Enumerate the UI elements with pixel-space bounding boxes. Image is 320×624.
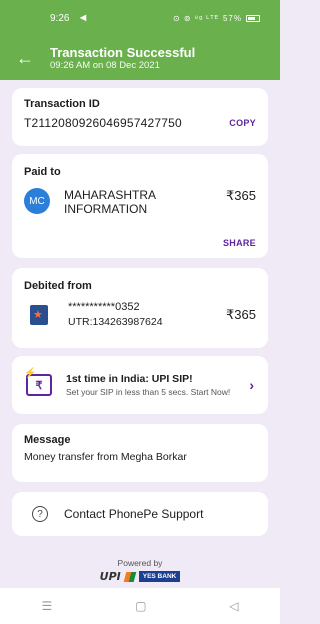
page-title: Transaction Successful bbox=[50, 44, 196, 60]
transaction-id-card: Transaction ID T2112080926046957427750 C… bbox=[12, 88, 268, 146]
message-card: Message Money transfer from Megha Borkar bbox=[12, 424, 268, 482]
payee-avatar: MC bbox=[24, 188, 50, 214]
recent-apps-icon[interactable]: ☰ bbox=[41, 599, 52, 613]
transaction-id-value: T2112080926046957427750 bbox=[24, 116, 182, 130]
home-icon[interactable]: ▢ bbox=[135, 599, 146, 613]
yes-bank-logo: YES BANK bbox=[138, 571, 181, 582]
sip-rupee-icon: ⚡ ₹ bbox=[24, 368, 52, 396]
signal-icons: ⊙ ⊚ ⁸ᵍ ᴸᵀᴱ bbox=[172, 13, 219, 23]
contact-support-label: Contact PhonePe Support bbox=[64, 507, 204, 521]
copy-button[interactable]: COPY bbox=[229, 118, 256, 128]
transaction-datetime: 09:26 AM on 08 Dec 2021 bbox=[50, 59, 160, 71]
header: ← Transaction Successful 09:26 AM on 08 … bbox=[0, 36, 280, 80]
debited-amount: ₹365 bbox=[226, 307, 256, 322]
battery-icon bbox=[246, 14, 260, 22]
message-label: Message bbox=[24, 434, 71, 446]
battery-percent: 57% bbox=[222, 13, 242, 23]
upi-logo: UPI bbox=[99, 570, 121, 583]
send-icon: ◄ bbox=[77, 12, 89, 24]
back-icon[interactable]: ◁ bbox=[229, 599, 238, 613]
message-text: Money transfer from Megha Borkar bbox=[24, 451, 187, 463]
account-number: ***********0352 bbox=[68, 301, 140, 313]
lightning-icon: ⚡ bbox=[24, 368, 37, 379]
promo-subtitle: Set your SIP in less than 5 secs. Start … bbox=[66, 386, 231, 397]
status-time: 9:26 bbox=[50, 12, 70, 24]
back-arrow-icon[interactable]: ← bbox=[0, 36, 50, 80]
upi-sip-promo[interactable]: ⚡ ₹ 1st time in India: UPI SIP! Set your… bbox=[12, 356, 268, 414]
paid-amount: ₹365 bbox=[226, 188, 256, 203]
system-nav-bar: ☰ ▢ ◁ bbox=[0, 588, 280, 624]
debited-from-card: Debited from ***********0352 UTR:1342639… bbox=[12, 268, 268, 348]
status-bar: 9:26 ◄ ⊙ ⊚ ⁸ᵍ ᴸᵀᴱ 57% bbox=[0, 0, 280, 36]
paid-to-label: Paid to bbox=[24, 166, 61, 178]
bank-logo-icon bbox=[30, 305, 48, 325]
debited-from-label: Debited from bbox=[24, 280, 92, 292]
status-icons: ⊙ ⊚ ⁸ᵍ ᴸᵀᴱ 57% bbox=[173, 14, 260, 23]
payment-partner-logos: UPI YES BANK bbox=[0, 570, 280, 583]
paid-to-card: Paid to MC MAHARASHTRA INFORMATION ₹365 … bbox=[12, 154, 268, 258]
utr-number: UTR:134263987624 bbox=[68, 316, 163, 328]
upi-mark-icon bbox=[123, 571, 137, 582]
share-button[interactable]: SHARE bbox=[223, 238, 256, 248]
promo-title: 1st time in India: UPI SIP! bbox=[66, 372, 193, 385]
contact-support-button[interactable]: ? Contact PhonePe Support bbox=[12, 492, 268, 536]
powered-by-text: Powered by bbox=[117, 558, 163, 568]
chevron-right-icon[interactable]: › bbox=[249, 377, 254, 393]
transaction-id-label: Transaction ID bbox=[24, 98, 100, 110]
help-icon: ? bbox=[32, 506, 48, 522]
payee-name: MAHARASHTRA INFORMATION bbox=[64, 188, 156, 216]
